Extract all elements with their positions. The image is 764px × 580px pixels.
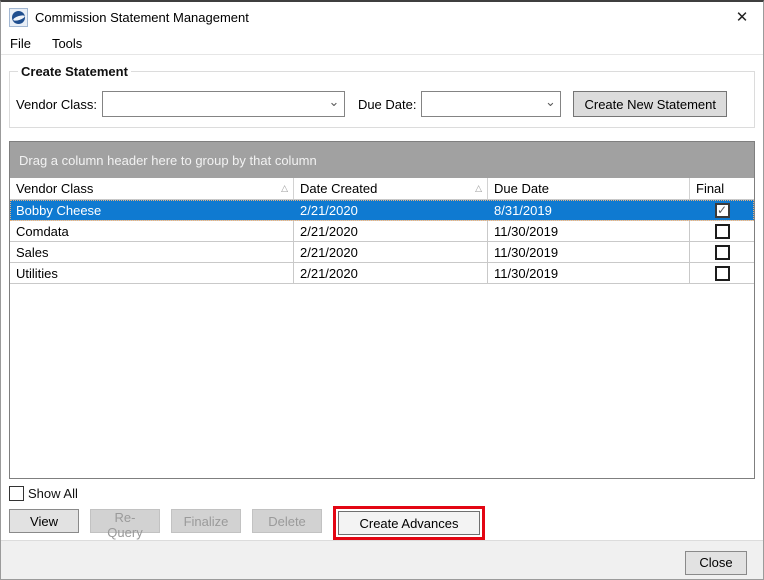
dialog-content: Create Statement Vendor Class: ⌄ Due Dat…	[1, 55, 763, 540]
cell-due-date: 11/30/2019	[488, 221, 690, 241]
column-header-vendor-class[interactable]: Vendor Class △	[10, 178, 294, 199]
create-statement-row: Vendor Class: ⌄ Due Date: ⌄ Create New S…	[16, 91, 748, 117]
cell-vendor-class: Sales	[10, 242, 294, 262]
final-checkbox[interactable]	[715, 224, 730, 239]
title-bar: Commission Statement Management ✕	[1, 2, 763, 32]
due-date-dropdown[interactable]: ⌄	[421, 91, 561, 117]
create-advances-button[interactable]: Create Advances	[338, 511, 480, 535]
cell-final	[690, 200, 754, 220]
menu-bar: File Tools	[1, 32, 763, 55]
table-row[interactable]: Bobby Cheese 2/21/2020 8/31/2019	[10, 200, 754, 221]
grid-empty-area	[10, 284, 754, 478]
column-header-due-date[interactable]: Due Date	[488, 178, 690, 199]
show-all-checkbox[interactable]	[9, 486, 24, 501]
chevron-down-icon: ⌄	[540, 92, 560, 116]
commission-statement-dialog: Commission Statement Management ✕ File T…	[0, 0, 764, 580]
grid-header-row: Vendor Class △ Date Created △ Due Date F…	[10, 178, 754, 200]
table-row[interactable]: Utilities 2/21/2020 11/30/2019	[10, 263, 754, 284]
app-icon	[9, 8, 28, 27]
due-date-label: Due Date:	[358, 97, 417, 112]
finalize-button: Finalize	[171, 509, 241, 533]
table-row[interactable]: Comdata 2/21/2020 11/30/2019	[10, 221, 754, 242]
cell-date-created: 2/21/2020	[294, 263, 488, 283]
show-all-row: Show All	[9, 484, 755, 502]
cell-due-date: 8/31/2019	[488, 200, 690, 220]
red-highlight-annotation: Create Advances	[333, 506, 485, 540]
column-header-date-created[interactable]: Date Created △	[294, 178, 488, 199]
cell-due-date: 11/30/2019	[488, 242, 690, 262]
column-header-final[interactable]: Final	[690, 178, 754, 199]
view-button[interactable]: View	[9, 509, 79, 533]
cell-vendor-class: Bobby Cheese	[10, 200, 294, 220]
create-statement-group: Create Statement Vendor Class: ⌄ Due Dat…	[9, 64, 755, 128]
final-checkbox[interactable]	[715, 203, 730, 218]
requery-button: Re-Query	[90, 509, 160, 533]
cell-due-date: 11/30/2019	[488, 263, 690, 283]
table-row[interactable]: Sales 2/21/2020 11/30/2019	[10, 242, 754, 263]
chevron-down-icon: ⌄	[324, 92, 344, 116]
cell-final	[690, 221, 754, 241]
show-all-label: Show All	[28, 486, 78, 501]
cell-date-created: 2/21/2020	[294, 221, 488, 241]
create-new-statement-button[interactable]: Create New Statement	[573, 91, 727, 117]
window-title: Commission Statement Management	[35, 10, 249, 25]
menu-file[interactable]: File	[10, 36, 31, 51]
menu-tools[interactable]: Tools	[52, 36, 82, 51]
create-statement-group-label: Create Statement	[18, 64, 131, 79]
cell-final	[690, 242, 754, 262]
sort-ascending-icon: △	[475, 184, 482, 193]
delete-button: Delete	[252, 509, 322, 533]
final-checkbox[interactable]	[715, 266, 730, 281]
cell-vendor-class: Utilities	[10, 263, 294, 283]
close-button[interactable]: Close	[685, 551, 747, 575]
vendor-class-dropdown[interactable]: ⌄	[102, 91, 345, 117]
dialog-footer: Close	[1, 540, 763, 580]
cell-vendor-class: Comdata	[10, 221, 294, 241]
action-button-row: View Re-Query Finalize Delete Create Adv…	[9, 506, 755, 540]
sort-ascending-icon: △	[281, 184, 288, 193]
grid-group-by-bar[interactable]: Drag a column header here to group by th…	[10, 142, 754, 178]
statements-grid: Drag a column header here to group by th…	[9, 141, 755, 479]
cell-date-created: 2/21/2020	[294, 200, 488, 220]
globe-icon	[12, 11, 25, 24]
final-checkbox[interactable]	[715, 245, 730, 260]
cell-final	[690, 263, 754, 283]
cell-date-created: 2/21/2020	[294, 242, 488, 262]
vendor-class-label: Vendor Class:	[16, 97, 97, 112]
window-close-icon[interactable]: ✕	[721, 2, 763, 32]
